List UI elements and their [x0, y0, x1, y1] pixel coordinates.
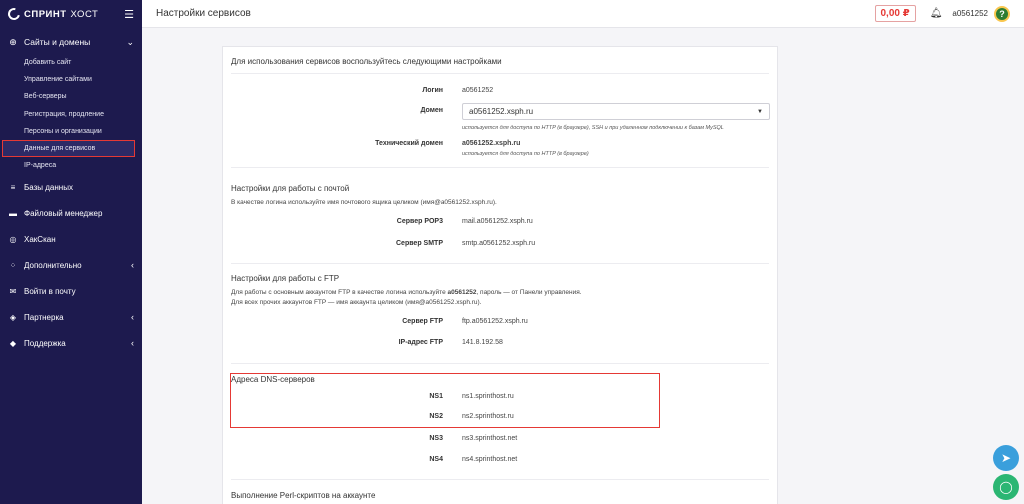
ns4-value: ns4.sprinthost.net [462, 456, 518, 463]
support-icon: ◆ [9, 338, 17, 348]
sidebar-item-label: Поддержка [24, 338, 66, 348]
sidebar-item-partner[interactable]: ◈ Партнерка ‹ [0, 304, 142, 330]
folder-icon: ▬ [9, 208, 17, 218]
ftp-note-text: , пароль — от Панели управления. [476, 289, 582, 296]
domain-select-value: a0561252.xsph.ru [469, 107, 534, 116]
smtp-label: Сервер SMTP [396, 240, 443, 247]
bell-icon[interactable]: 🔔︎ [930, 8, 943, 19]
tech-domain-hint: используется для доступа по HTTP (в брау… [462, 151, 589, 157]
intro-title: Для использования сервисов воспользуйтес… [231, 57, 502, 66]
balance-badge[interactable]: 0,00 ₽ [874, 5, 916, 22]
sidebar-item-label: Дополнительно [24, 260, 82, 270]
ftp-server-label: Сервер FTP [402, 318, 443, 325]
avatar[interactable]: ? [994, 5, 1010, 22]
sidebar-item-label: ХакСкан [24, 234, 56, 244]
pop3-value: mail.a0561252.xsph.ru [462, 218, 533, 225]
sidebar-section-sites[interactable]: ⊕ Сайты и домены ⌄ [0, 30, 142, 54]
sidebar-subitem-persons[interactable]: Персоны и организации [0, 123, 142, 140]
divider [231, 479, 769, 480]
sidebar-item-label: Войти в почту [24, 286, 76, 296]
sidebar: СПРИНТ ХОСТ ☰ ⊕ Сайты и домены ⌄ Добавить… [0, 0, 142, 504]
database-icon: ≡ [10, 182, 16, 192]
ftp-note-other: Для всех прочих аккаунтов FTP — имя акка… [231, 299, 482, 306]
logo[interactable]: СПРИНТ ХОСТ [5, 5, 99, 23]
sidebar-subitem-manage-sites[interactable]: Управление сайтами [0, 71, 142, 88]
divider [231, 263, 769, 264]
domain-select[interactable]: a0561252.xsph.ru ▼ [462, 103, 770, 120]
top-header: Настройки сервисов 0,00 ₽ 🔔︎ a0561252 ? [142, 0, 1024, 28]
sidebar-subitem-web-servers[interactable]: Веб-серверы [0, 88, 142, 105]
logo-text-bold: СПРИНТ [24, 8, 67, 20]
sidebar-item-label: Файловый менеджер [24, 208, 103, 218]
ftp-server-value: ftp.a0561252.xsph.ru [462, 318, 528, 325]
hamburger-icon[interactable]: ☰ [124, 8, 134, 21]
globe-icon: ⊕ [9, 36, 17, 47]
login-value: a0561252 [462, 87, 494, 94]
scan-icon: ◎ [9, 234, 17, 244]
page-title: Настройки сервисов [156, 8, 251, 19]
chevron-left-icon: ‹ [131, 312, 134, 323]
username[interactable]: a0561252 [952, 9, 988, 18]
logo-icon [5, 5, 23, 23]
mail-note: В качестве логина используйте имя почтов… [231, 199, 497, 206]
sidebar-item-hackscan[interactable]: ◎ ХакСкан [0, 226, 142, 252]
chevron-left-icon: ‹ [131, 260, 134, 271]
chevron-down-icon: ⌄ [126, 36, 134, 47]
ftp-note-login: a0561252 [447, 289, 477, 296]
sidebar-subitem-ip-addresses[interactable]: IP-адреса [0, 157, 142, 174]
sidebar-subitem-service-data[interactable]: Данные для сервисов [2, 139, 135, 158]
chat-icon: ◯ [999, 480, 1013, 494]
smtp-value: smtp.a0561252.xsph.ru [462, 240, 536, 247]
ftp-section-title: Настройки для работы с FTP [231, 274, 340, 283]
sidebar-section-label: Сайты и домены [24, 37, 91, 47]
divider [231, 73, 769, 74]
login-label: Логин [422, 87, 443, 94]
ns1-label: NS1 [429, 393, 443, 400]
pop3-label: Сервер POP3 [396, 218, 443, 225]
telegram-icon: ➤ [1000, 451, 1012, 465]
ns4-label: NS4 [429, 456, 443, 463]
settings-card: Для использования сервисов воспользуйтес… [222, 46, 778, 504]
sidebar-item-mail[interactable]: ✉ Войти в почту [0, 278, 142, 304]
logo-text-thin: ХОСТ [70, 8, 99, 20]
mail-icon: ✉ [9, 286, 17, 296]
grid-icon: ⁘ [9, 260, 17, 270]
perl-section-title: Выполнение Perl-скриптов на аккаунте [231, 491, 376, 500]
divider [231, 363, 769, 364]
chat-button[interactable]: ◯ [993, 474, 1019, 500]
sidebar-item-label: Базы данных [24, 182, 73, 192]
tech-domain-label: Технический домен [375, 140, 443, 147]
sidebar-subitem-registration[interactable]: Регистрация, продление [0, 106, 142, 123]
ns1-value: ns1.sprinthost.ru [462, 393, 514, 400]
mail-section-title: Настройки для работы с почтой [231, 184, 350, 193]
ftp-note-text: Для работы с основным аккаунтом FTP в ка… [231, 289, 448, 296]
chevron-left-icon: ‹ [131, 338, 134, 349]
ftp-ip-value: 141.8.192.58 [462, 339, 503, 346]
sidebar-subitem-add-site[interactable]: Добавить сайт [0, 54, 142, 71]
ns3-value: ns3.sprinthost.net [462, 435, 518, 442]
tech-domain-value: a0561252.xsph.ru [462, 140, 521, 147]
telegram-button[interactable]: ➤ [993, 445, 1019, 471]
sidebar-item-file-manager[interactable]: ▬ Файловый менеджер [0, 200, 142, 226]
ns2-value: ns2.sprinthost.ru [462, 413, 514, 420]
sidebar-item-support[interactable]: ◆ Поддержка ‹ [0, 330, 142, 356]
ftp-note-main: Для работы с основным аккаунтом FTP в ка… [231, 288, 582, 298]
domain-hint: используется для доступа по HTTP (в брау… [462, 125, 724, 131]
ftp-ip-label: IP-адрес FTP [398, 339, 443, 346]
caret-down-icon: ▼ [757, 108, 763, 115]
domain-label: Домен [420, 107, 443, 114]
ns2-label: NS2 [429, 413, 443, 420]
dns-section-title: Адреса DNS-серверов [231, 375, 315, 384]
ns3-label: NS3 [429, 435, 443, 442]
sidebar-item-databases[interactable]: ≡ Базы данных [0, 174, 142, 200]
sidebar-item-label: Партнерка [24, 312, 64, 322]
divider [231, 167, 769, 168]
sidebar-item-additional[interactable]: ⁘ Дополнительно ‹ [0, 252, 142, 278]
logo-bar: СПРИНТ ХОСТ ☰ [0, 0, 142, 28]
gift-icon: ◈ [9, 312, 17, 322]
